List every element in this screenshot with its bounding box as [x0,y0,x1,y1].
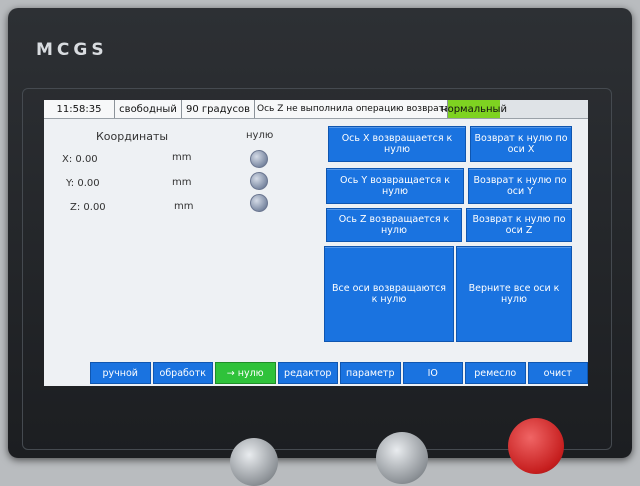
tab-editor[interactable]: редактор [277,362,338,384]
coord-y-unit: mm [172,177,192,188]
coord-x-value: X: 0.00 [62,154,98,165]
return-all-axes-button[interactable]: Верните все оси к нулю [456,246,572,342]
z-home-indicator-icon [250,194,268,212]
y-home-button[interactable]: Ось Y возвращается к нулю [326,168,464,204]
coord-z-unit: mm [174,201,194,212]
selector-knob-icon[interactable] [230,438,278,486]
status-bar: 11:58:35 свободный 90 градусов Ось Z не … [44,100,588,119]
status-angle: 90 градусов [182,100,255,118]
y-home-indicator-icon [250,172,268,190]
tab-home[interactable]: → нулю [215,362,276,384]
tab-processing[interactable]: обработк [152,362,213,384]
coord-z-value: Z: 0.00 [70,202,106,213]
y-axis-home-button[interactable]: Возврат к нулю по оси Y [468,168,572,204]
status-state-badge: нормальный [441,100,507,118]
tab-manual[interactable]: ручной [90,362,151,384]
z-axis-home-button[interactable]: Возврат к нулю по оси Z [466,208,572,242]
status-mode: свободный [115,100,182,118]
hmi-screen: 11:58:35 свободный 90 градусов Ось Z не … [44,100,588,386]
x-home-indicator-icon [250,150,268,168]
bottom-tab-bar: ручной обработк → нулю редактор параметр… [90,362,588,384]
tab-craft[interactable]: ремесло [465,362,526,384]
status-message: Ось Z не выполнила операцию возврата к н… [255,100,448,118]
status-time: 11:58:35 [44,100,115,118]
x-axis-home-button[interactable]: Возврат к нулю по оси X [470,126,572,162]
z-home-button[interactable]: Ось Z возвращается к нулю [326,208,462,242]
brand-logo: MCGS [36,40,108,60]
coord-y-value: Y: 0.00 [66,178,100,189]
tab-parameters[interactable]: параметр [340,362,401,384]
coordinates-title: Координаты [96,130,169,143]
x-home-button[interactable]: Ось X возвращается к нулю [328,126,466,162]
home-status-title: нулю [246,130,274,141]
tab-clear[interactable]: очист [527,362,588,384]
tab-io[interactable]: IO [402,362,463,384]
all-axes-home-button[interactable]: Все оси возвращаются к нулю [324,246,454,342]
coord-x-unit: mm [172,152,192,163]
green-start-knob-icon[interactable] [376,432,428,484]
